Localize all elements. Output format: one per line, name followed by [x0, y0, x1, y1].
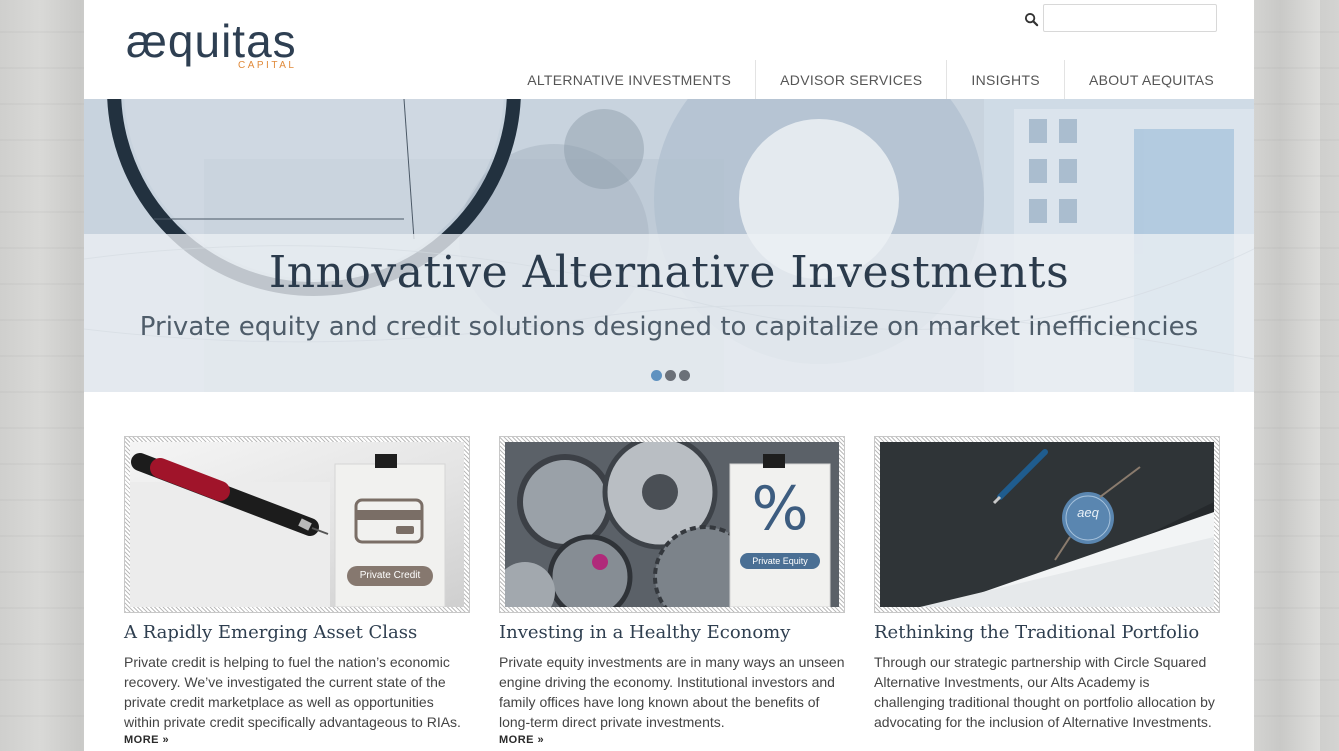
search-input[interactable] — [1043, 4, 1217, 32]
slider-dot-1[interactable] — [651, 370, 662, 381]
slider-dot-2[interactable] — [665, 370, 676, 381]
main-nav: ALTERNATIVE INVESTMENTS ADVISOR SERVICES… — [503, 60, 1230, 99]
private-credit-tag: Private Credit — [347, 566, 433, 586]
card-text: Private credit is helping to fuel the na… — [124, 654, 461, 730]
card-private-equity: % Private Equity Investing in a Healthy … — [499, 436, 845, 746]
nav-alternative-investments[interactable]: ALTERNATIVE INVESTMENTS — [503, 60, 755, 99]
card-private-credit: Private Credit A Rapidly Emerging Asset … — [124, 436, 470, 746]
hero-subtitle: Private equity and credit solutions desi… — [139, 312, 1199, 342]
card-traditional-portfolio: aeq Rethinking the Traditional Portfolio… — [874, 436, 1220, 732]
search-icon[interactable] — [1024, 12, 1039, 27]
card-text: Through our strategic partnership with C… — [874, 654, 1215, 730]
percent-symbol: % — [751, 474, 809, 544]
card-title[interactable]: Investing in a Healthy Economy — [499, 621, 845, 645]
private-equity-tag: Private Equity — [740, 553, 820, 569]
nav-advisor-services[interactable]: ADVISOR SERVICES — [755, 60, 946, 99]
page: æquitas CAPITAL ALTERNATIVE INVESTMENTS … — [84, 0, 1254, 751]
nav-insights[interactable]: INSIGHTS — [946, 60, 1064, 99]
card-image-frame[interactable]: Private Credit — [124, 436, 470, 613]
private-credit-image: Private Credit — [130, 442, 464, 607]
card-image-frame[interactable]: aeq — [874, 436, 1220, 613]
logo[interactable]: æquitas CAPITAL — [126, 15, 297, 71]
card-text: Private equity investments are in many w… — [499, 654, 845, 730]
card-title[interactable]: Rethinking the Traditional Portfolio — [874, 621, 1220, 645]
card-more-link[interactable]: MORE » — [124, 734, 470, 746]
slider-dot-3[interactable] — [679, 370, 690, 381]
folder-image — [880, 442, 1214, 607]
seal-lettering: aeq — [1077, 505, 1099, 520]
hero-title: Innovative Alternative Investments — [268, 247, 1070, 298]
card-image-frame[interactable]: % Private Equity — [499, 436, 845, 613]
slider-pagination — [651, 370, 690, 381]
card-title[interactable]: A Rapidly Emerging Asset Class — [124, 621, 470, 645]
hero-banner: Innovative Alternative Investments Priva… — [84, 99, 1254, 392]
nav-about-aequitas[interactable]: ABOUT AEQUITAS — [1063, 60, 1230, 99]
logo-subtitle: CAPITAL — [238, 60, 297, 71]
private-equity-image: % Private Equity — [505, 442, 839, 607]
card-more-link[interactable]: MORE » — [499, 734, 845, 746]
logo-wordmark: æquitas — [126, 15, 297, 67]
portfolio-image: aeq — [880, 442, 1214, 607]
